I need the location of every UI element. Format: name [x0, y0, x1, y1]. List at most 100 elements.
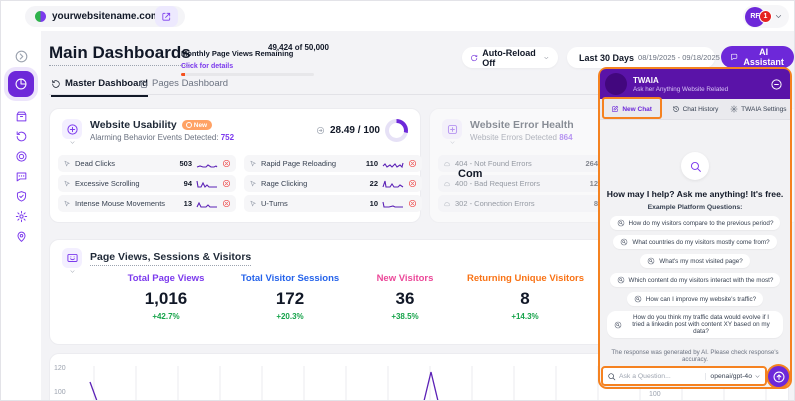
tab-master-dashboard[interactable]: Master Dashboard	[51, 78, 148, 97]
question-search-icon	[614, 321, 622, 329]
cursor-icon	[63, 180, 71, 188]
sparkline	[382, 201, 403, 208]
send-button[interactable]	[768, 366, 789, 387]
sessions-icon	[66, 252, 79, 265]
sidebar-item-dashboards[interactable]	[8, 71, 34, 97]
sidebar-collapse-button[interactable]	[8, 43, 34, 69]
question-search-icon	[634, 295, 642, 303]
quota-details-link[interactable]: Click for details	[181, 63, 331, 70]
feedback-icon	[15, 170, 28, 183]
master-dashboard-icon	[51, 79, 61, 89]
tab-label: Master Dashboard	[65, 78, 148, 89]
question-search-icon	[647, 257, 655, 265]
dashboard-icon	[14, 77, 28, 91]
chat-header: TWAIA Ask her Anything Website Related	[600, 69, 790, 99]
chat-subtitle: Ask her Anything Website Related	[633, 85, 729, 93]
cloud-icon	[443, 200, 451, 208]
avatar: RF 1	[745, 6, 772, 27]
alert-x-icon	[222, 179, 231, 188]
notification-badge: 1	[759, 9, 772, 23]
open-site-button[interactable]	[155, 6, 178, 27]
date-range-picker[interactable]: Last 30 Days 08/19/2025 - 09/18/2025	[567, 47, 720, 68]
error-row-302[interactable]: 302 - Connection Errors 8	[438, 195, 616, 212]
site-favicon-icon	[35, 11, 46, 22]
history-icon	[672, 105, 680, 113]
error-card-icon-wrap	[442, 119, 462, 139]
chat-tab-settings[interactable]: TWAIA Settings	[727, 105, 790, 113]
chevron-down-icon	[449, 139, 456, 146]
metric-total-page-views: Total Page Views 1,016 +42.7%	[127, 273, 205, 321]
usability-row-rage-clicking[interactable]: Rage Clicking 22	[244, 175, 422, 192]
sidebar-item-journeys[interactable]	[8, 223, 34, 249]
usability-row-u-turns[interactable]: U-Turns 10	[244, 195, 422, 212]
quota-value: 49,424 of 50,000	[268, 43, 329, 52]
error-card-title: Website Error Health	[470, 119, 574, 131]
tab-pages-dashboard[interactable]: Pages Dashboard	[138, 78, 228, 95]
example-question-6[interactable]: How do you think my traffic data would e…	[607, 311, 783, 338]
chevron-down-icon	[543, 54, 550, 62]
alert-x-icon	[408, 159, 417, 168]
metric-new-visitors: New Visitors 36 +38.5%	[376, 273, 434, 321]
cursor-icon	[63, 200, 71, 208]
replay-icon	[15, 130, 28, 143]
chat-body: How may I help? Ask me anything! It's fr…	[600, 120, 790, 367]
example-question-5[interactable]: How can I improve my website's traffic?	[626, 292, 764, 306]
error-health-icon	[446, 123, 459, 136]
date-range-value: 08/19/2025 - 09/18/2025	[638, 53, 720, 62]
chat-title: TWAIA	[633, 75, 659, 85]
question-search-icon	[617, 219, 625, 227]
chat-tab-history[interactable]: Chat History	[663, 105, 726, 113]
chat-tab-new-chat[interactable]: New Chat	[600, 105, 663, 113]
usability-row-dead-clicks[interactable]: Dead Clicks 503	[58, 155, 236, 172]
date-range-label: Last 30 Days	[579, 52, 635, 63]
usability-row-intense-mouse[interactable]: Intense Mouse Movements 13	[58, 195, 236, 212]
auto-reload-dropdown[interactable]: Auto-Reload Off	[462, 47, 558, 68]
example-question-2[interactable]: What countries do my visitors mostly com…	[613, 235, 777, 249]
partial-overlay-text: Com	[458, 168, 483, 180]
alert-x-icon	[408, 179, 417, 188]
chat-input-row: openai/gpt-4o	[601, 366, 767, 386]
example-question-3[interactable]: What's my most visited page?	[640, 254, 750, 268]
new-badge: New	[181, 120, 213, 130]
model-select[interactable]: openai/gpt-4o	[705, 372, 761, 380]
compare-icon	[316, 126, 325, 135]
journey-icon	[15, 230, 28, 243]
ai-assistant-label: AI Assistant	[743, 47, 784, 67]
app-window: yourwebsitename.com RF 1 Main Dashboards…	[0, 0, 795, 401]
example-question-4[interactable]: Which content do my visitors interact wi…	[609, 273, 781, 287]
auto-reload-label: Auto-Reload Off	[482, 47, 536, 68]
question-search-icon	[620, 238, 628, 246]
shield-icon	[15, 190, 28, 203]
user-menu[interactable]: RF 1	[743, 5, 789, 28]
refresh-icon	[470, 53, 478, 63]
chat-disclaimer: The response was generated by AI. Please…	[611, 349, 779, 363]
search-icon	[607, 372, 616, 381]
heatmap-icon	[15, 150, 28, 163]
usability-row-rapid-reloading[interactable]: Rapid Page Reloading 110	[244, 155, 422, 172]
metric-returning-unique-visitors: Returning Unique Visitors 8 +14.3%	[467, 273, 585, 321]
quota-progress-fill	[181, 73, 185, 76]
chat-avatar	[605, 73, 627, 95]
ai-assistant-button[interactable]: AI Assistant	[721, 46, 794, 68]
question-search-icon	[617, 276, 625, 284]
top-bar: yourwebsitename.com RF 1	[1, 1, 794, 31]
usability-score-value: 28.49 / 100	[329, 125, 380, 136]
usability-icon	[66, 123, 79, 136]
usability-row-excessive-scrolling[interactable]: Excessive Scrolling 94	[58, 175, 236, 192]
minimize-chat-button[interactable]	[769, 77, 783, 91]
error-card-subtitle: Website Errors Detected 864	[470, 133, 573, 142]
chat-tabs: New Chat Chat History TWAIA Settings	[600, 99, 790, 120]
chevron-down-icon	[69, 268, 76, 275]
y-tick-100: 100	[54, 389, 66, 396]
sparkline	[196, 201, 217, 208]
archive-icon	[15, 110, 28, 123]
y-tick-120: 120	[54, 365, 66, 372]
chat-search-badge	[681, 152, 709, 180]
chat-question-input[interactable]	[619, 372, 703, 380]
metrics-card-title: Page Views, Sessions & Visitors	[90, 251, 252, 266]
pages-dashboard-icon	[138, 79, 148, 89]
events-count: 752	[220, 133, 235, 142]
usability-card-subtitle: Alarming Behavior Events Detected: 752	[90, 133, 235, 142]
example-question-1[interactable]: How do my visitors compare to the previo…	[609, 216, 781, 230]
errors-count: 864	[559, 133, 573, 142]
